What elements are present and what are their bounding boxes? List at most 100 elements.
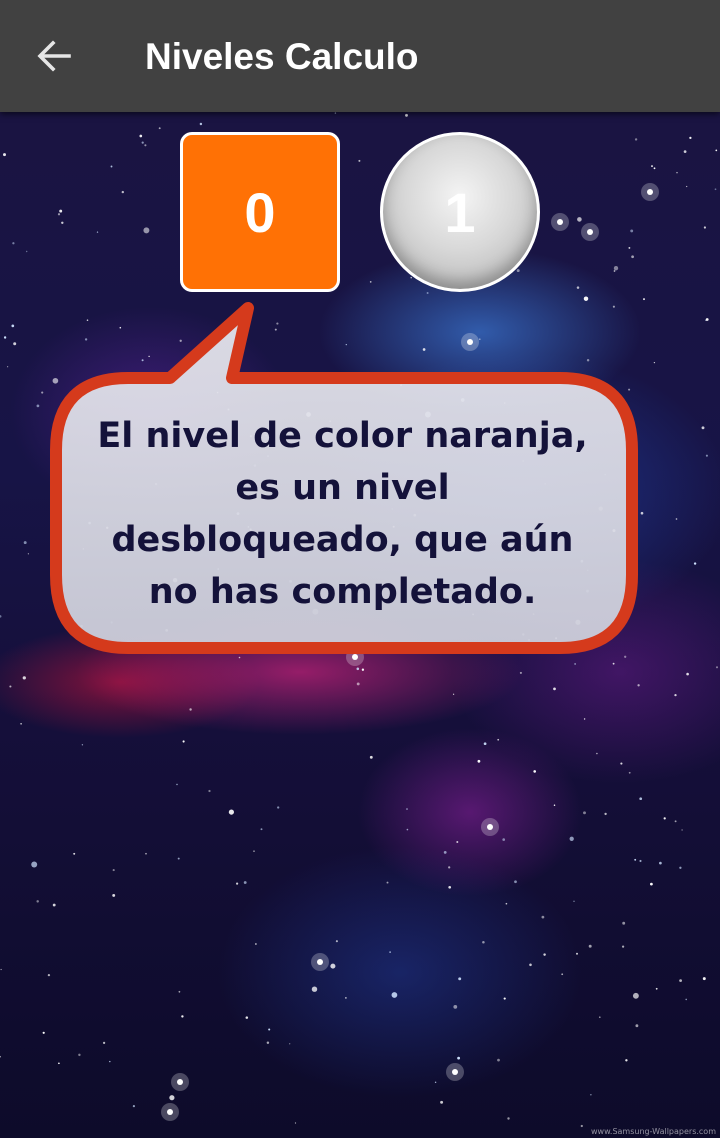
star <box>81 744 84 746</box>
star <box>477 759 481 763</box>
star-flare <box>167 1109 173 1115</box>
star <box>604 812 607 816</box>
star <box>177 857 180 860</box>
star <box>260 828 263 831</box>
star <box>266 1041 270 1044</box>
star <box>622 921 626 925</box>
star <box>679 979 682 982</box>
star <box>655 987 658 990</box>
star <box>369 755 373 759</box>
star <box>497 738 500 741</box>
tooltip-text: El nivel de color naranja, es un nivel d… <box>70 410 615 618</box>
star <box>541 915 545 919</box>
star <box>458 977 462 981</box>
star <box>533 770 537 773</box>
star <box>20 722 22 725</box>
app-bar: Niveles Calculo <box>0 0 720 112</box>
star <box>311 986 318 992</box>
tooltip-line: es un nivel <box>235 468 450 508</box>
star <box>253 850 255 852</box>
star <box>228 809 234 815</box>
star <box>434 1081 437 1084</box>
star <box>639 797 643 801</box>
star <box>507 1117 510 1120</box>
star <box>621 945 625 948</box>
star <box>277 806 280 809</box>
star <box>0 968 2 971</box>
star <box>189 708 192 711</box>
star <box>702 977 706 981</box>
star <box>345 997 347 999</box>
star <box>289 1043 291 1045</box>
star <box>245 1016 249 1019</box>
star <box>443 851 447 854</box>
star <box>505 902 508 905</box>
star <box>255 943 257 945</box>
star <box>596 752 598 755</box>
star <box>42 1031 45 1034</box>
star <box>620 762 623 765</box>
star <box>650 882 653 886</box>
star <box>681 829 683 831</box>
star <box>243 881 247 884</box>
screen: Niveles Calculo 0 1 El nivel de color na… <box>0 0 720 1138</box>
star <box>639 859 642 863</box>
star <box>181 1015 184 1018</box>
star <box>503 997 506 1000</box>
star-flare <box>487 824 493 830</box>
level-1-button[interactable]: 1 <box>380 132 540 292</box>
star <box>36 900 39 903</box>
star <box>109 1060 111 1063</box>
star <box>169 1095 175 1101</box>
star <box>182 740 185 743</box>
star <box>590 1094 592 1096</box>
star <box>330 963 336 969</box>
star <box>389 951 391 953</box>
star <box>440 1100 444 1104</box>
star <box>569 836 574 841</box>
star <box>448 885 452 889</box>
star <box>145 852 147 855</box>
star <box>674 820 677 823</box>
star <box>628 771 631 774</box>
star <box>514 880 517 884</box>
star <box>178 990 181 993</box>
star <box>573 900 575 902</box>
star <box>448 866 451 869</box>
star <box>632 992 639 999</box>
star <box>529 963 532 967</box>
star <box>583 811 586 815</box>
star <box>659 861 662 865</box>
star <box>406 808 408 810</box>
star <box>583 718 586 720</box>
star <box>453 1005 458 1009</box>
tooltip-line: no has completado. <box>148 572 537 612</box>
level-0-button[interactable]: 0 <box>180 132 340 292</box>
star <box>580 1124 583 1128</box>
star <box>0 1055 1 1058</box>
star <box>406 828 409 831</box>
star <box>635 1024 639 1028</box>
watermark: www.Samsung-Wallpapers.com <box>591 1127 716 1136</box>
star <box>634 858 637 861</box>
star <box>456 841 459 843</box>
star <box>78 1053 81 1057</box>
star <box>598 1016 601 1019</box>
level-0-label: 0 <box>244 180 276 244</box>
star <box>497 1058 500 1062</box>
star <box>457 1056 461 1060</box>
arrow-left-icon <box>37 40 71 72</box>
star-flare <box>177 1079 183 1085</box>
star <box>685 998 687 1001</box>
star <box>58 1062 60 1065</box>
page-title: Niveles Calculo <box>145 36 419 77</box>
star <box>112 869 115 872</box>
star <box>102 1041 106 1045</box>
star <box>391 992 398 998</box>
star <box>588 944 592 948</box>
star <box>294 1122 297 1124</box>
back-button[interactable] <box>22 24 86 88</box>
star <box>625 1059 628 1062</box>
star <box>132 1105 135 1108</box>
star <box>386 881 389 884</box>
